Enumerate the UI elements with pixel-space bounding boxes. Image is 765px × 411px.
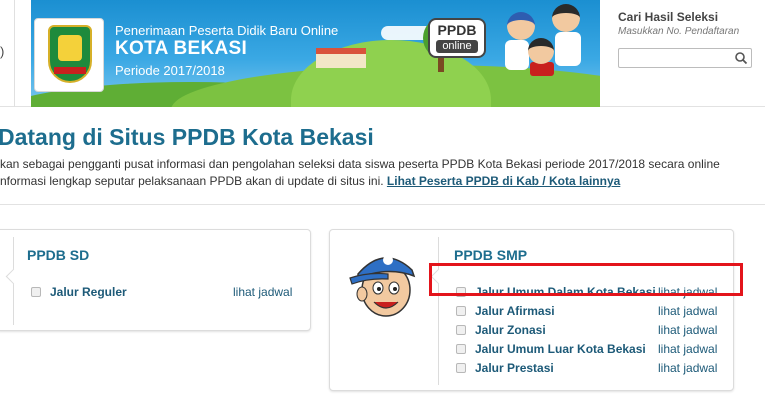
search-title: Cari Hasil Seleksi xyxy=(618,10,719,24)
student-figure-head xyxy=(507,12,535,40)
highlight-box xyxy=(429,263,743,296)
student-figure xyxy=(505,40,529,70)
ppdb-online-logo: PPDB online xyxy=(428,18,486,58)
search-icon[interactable] xyxy=(734,51,748,65)
section-divider xyxy=(0,204,765,205)
list-item[interactable]: Jalur Reguler lihat jadwal xyxy=(31,284,296,301)
ppdb-smp-title: PPDB SMP xyxy=(454,247,528,263)
checkbox-icon[interactable] xyxy=(456,344,466,354)
student-figure xyxy=(530,62,554,76)
banner-school-building xyxy=(316,48,366,68)
banner-title: KOTA BEKASI xyxy=(115,38,248,59)
page-title: Datang di Situs PPDB Kota Bekasi xyxy=(0,124,374,150)
student-figure-head xyxy=(552,4,580,32)
jalur-zonasi-link[interactable]: Jalur Zonasi xyxy=(475,323,546,337)
site-header: ) Penerimaan Peserta Didik Baru Online K… xyxy=(0,0,765,107)
lihat-jadwal-link[interactable]: lihat jadwal xyxy=(233,285,292,299)
list-item[interactable]: Jalur Afirmasi lihat jadwal xyxy=(456,303,726,320)
lihat-jadwal-link[interactable]: lihat jadwal xyxy=(658,361,717,375)
intro-line-1: kan sebagai pengganti pusat informasi da… xyxy=(0,157,720,171)
search-hint: Masukkan No. Pendaftaran xyxy=(618,26,740,37)
intro-line-2: nformasi lengkap seputar pelaksanaan PPD… xyxy=(0,174,621,188)
ppdb-sd-card: PPDB SD Jalur Reguler lihat jadwal xyxy=(0,229,311,331)
other-regions-link[interactable]: Lihat Peserta PPDB di Kab / Kota lainnya xyxy=(387,174,620,188)
emblem-shield xyxy=(48,25,92,83)
student-figure xyxy=(555,32,581,66)
checkbox-icon[interactable] xyxy=(456,363,466,373)
checkbox-icon[interactable] xyxy=(31,287,41,297)
ppdb-sd-title: PPDB SD xyxy=(27,247,90,263)
mascot-boy-cap-icon xyxy=(349,255,416,317)
list-item[interactable]: Jalur Prestasi lihat jadwal xyxy=(456,360,726,377)
ppdb-smp-card: PPDB SMP Jalur Umum Dalam Kota Bekasi li… xyxy=(329,229,734,391)
search-panel: Cari Hasil Seleksi Masukkan No. Pendafta… xyxy=(600,0,765,107)
registration-number-input[interactable] xyxy=(618,48,752,68)
intro-text: kan sebagai pengganti pusat informasi da… xyxy=(0,156,765,190)
lihat-jadwal-link[interactable]: lihat jadwal xyxy=(658,342,717,356)
jalur-afirmasi-link[interactable]: Jalur Afirmasi xyxy=(475,304,555,318)
panel-notch xyxy=(5,268,22,285)
checkbox-icon[interactable] xyxy=(456,306,466,316)
lihat-jadwal-link[interactable]: lihat jadwal xyxy=(658,304,717,318)
banner-period: Periode 2017/2018 xyxy=(115,63,225,78)
ppdb-sd-panel: PPDB SD Jalur Reguler lihat jadwal xyxy=(5,237,303,325)
jalur-reguler-link[interactable]: Jalur Reguler xyxy=(50,285,127,299)
list-item[interactable]: Jalur Umum Luar Kota Bekasi lihat jadwal xyxy=(456,341,726,358)
jalur-umum-luar-kota-link[interactable]: Jalur Umum Luar Kota Bekasi xyxy=(475,342,646,356)
header-banner[interactable]: Penerimaan Peserta Didik Baru Online KOT… xyxy=(31,0,600,107)
checkbox-icon[interactable] xyxy=(456,325,466,335)
banner-subtitle: Penerimaan Peserta Didik Baru Online xyxy=(115,23,339,38)
header-divider xyxy=(14,0,15,107)
ppdb-smp-panel: PPDB SMP Jalur Umum Dalam Kota Bekasi li… xyxy=(430,237,728,385)
lihat-jadwal-link[interactable]: lihat jadwal xyxy=(658,323,717,337)
jalur-prestasi-link[interactable]: Jalur Prestasi xyxy=(475,361,554,375)
list-item[interactable]: Jalur Zonasi lihat jadwal xyxy=(456,322,726,339)
kota-bekasi-emblem-icon xyxy=(34,18,104,92)
student-figure-head xyxy=(528,38,554,64)
left-edge-mark: ) xyxy=(0,44,5,59)
